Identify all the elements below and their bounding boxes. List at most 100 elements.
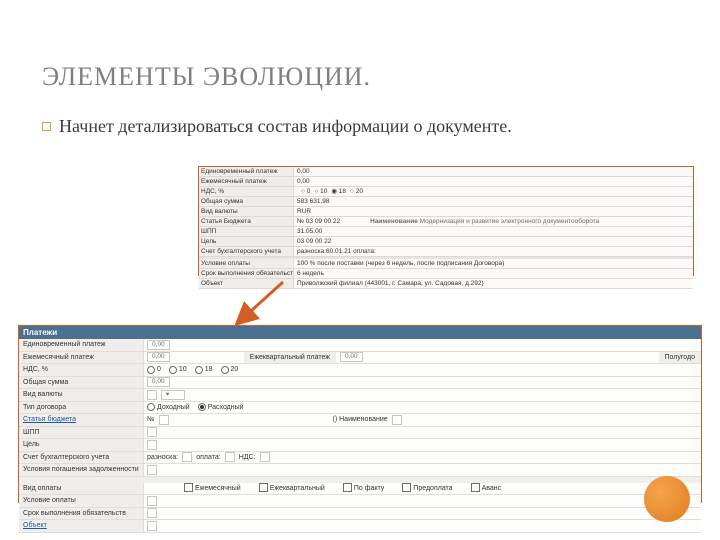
field-value: 31.05.00 (294, 227, 693, 236)
bullet-row: Начнет детализироваться состав информаци… (42, 116, 512, 137)
field-label: Цель (19, 439, 144, 451)
top-row: Единовременный платеж0,00 (199, 167, 693, 177)
field-label: Полугодо (659, 352, 701, 364)
field-label: Ежемесячный платеж (19, 352, 144, 364)
panel-header: Платежи (19, 326, 701, 339)
field-label: ШПП (199, 227, 294, 236)
radio-option[interactable]: 18 (195, 364, 213, 376)
text-field[interactable] (147, 521, 157, 531)
field-value: Доходный Расходный (144, 402, 701, 414)
radio-option[interactable]: 20 (221, 364, 239, 376)
field-value: RUR (294, 207, 693, 216)
radio-icon (195, 366, 203, 374)
text-field[interactable] (182, 452, 192, 462)
field-value: 0 10 18 20 (144, 364, 701, 376)
arrow-icon (235, 280, 295, 326)
field-label: Вид валюты (19, 389, 144, 401)
field-label: НДС, % (199, 187, 294, 196)
field-value (144, 427, 701, 439)
radio-option[interactable]: Доходный (147, 402, 190, 414)
radio-option[interactable]: 0 (147, 364, 161, 376)
bottom-row: НДС, %0 10 18 20 (19, 364, 701, 377)
dropdown-icon[interactable]: ▾ (161, 390, 185, 400)
field-label: Условия погашения задолженности (19, 464, 144, 476)
field-value: 583 631,98 (294, 197, 693, 206)
bullet-icon (42, 122, 51, 131)
field-value: № 03 09 00 22Наименование Модернизация и… (294, 217, 693, 226)
radio-icon (169, 366, 177, 374)
top-row: Ежемесячный платеж0,00 (199, 177, 693, 187)
radio-option[interactable]: 10 (169, 364, 187, 376)
bottom-row: Вид валюты ▾ (19, 389, 701, 402)
top-row: Счет бухгалтерского учетаразноска:60.01.… (199, 247, 693, 257)
bottom-row: Объект (19, 520, 701, 533)
field-label: ШПП (19, 427, 144, 439)
top-row: Общая сумма583 631,98 (199, 197, 693, 207)
bullet-text: Начнет детализироваться состав информаци… (59, 116, 512, 137)
field-value: ▾ (144, 389, 701, 401)
top-row: Условие оплаты100 % после поставки (чере… (199, 259, 693, 269)
bottom-row: Счет бухгалтерского учетаразноска:оплата… (19, 452, 701, 465)
doc-info-top-panel: Единовременный платеж0,00Ежемесячный пла… (198, 166, 694, 276)
top-row: Цель03 09 00 22 (199, 237, 693, 247)
text-field[interactable]: 0,00 (147, 352, 170, 362)
top-row: НДС, %○ 0○ 10◉ 18○ 20 (199, 187, 693, 197)
radio-icon (147, 366, 155, 374)
field-value (144, 439, 701, 451)
radio-option[interactable]: Расходный (198, 402, 244, 414)
radio-icon (147, 403, 155, 411)
field-label: Тип договора (19, 402, 144, 414)
text-field[interactable] (260, 452, 270, 462)
field-label: Единовременный платеж (19, 339, 144, 351)
text-field[interactable] (225, 452, 235, 462)
checkbox-icon (343, 483, 352, 492)
text-field[interactable]: 0,00 (147, 377, 170, 387)
radio-icon (221, 366, 229, 374)
field-label: Общая сумма (199, 197, 294, 206)
field-sublabel: оплата: (196, 452, 220, 464)
text-field[interactable] (147, 496, 157, 506)
field-sublabel: разноска: (147, 452, 178, 464)
checkbox-icon (259, 483, 268, 492)
top-row: Вид валютыRUR (199, 207, 693, 217)
field-value: 03 09 00 22 (294, 237, 693, 246)
field-value: ○ 0○ 10◉ 18○ 20 (294, 187, 693, 196)
text-field[interactable] (159, 415, 169, 425)
bottom-row: Условие оплаты (19, 495, 701, 508)
checkbox-option[interactable]: Предоплата (402, 483, 452, 495)
text-field[interactable]: 0,00 (340, 352, 363, 362)
field-label: Цель (199, 237, 294, 246)
field-value: 100 % после поставки (через 6 недель, по… (294, 259, 693, 268)
field-label: Срок выполнения обязательств (199, 269, 294, 278)
text-field[interactable] (147, 440, 157, 450)
field-value: 6 недель (294, 269, 693, 278)
field-sublabel: НДС: (239, 452, 256, 464)
field-label: Ежеквартальный платеж (244, 352, 336, 364)
bottom-row: Цель (19, 439, 701, 452)
bottom-row: Единовременный платеж0,00 (19, 339, 701, 352)
checkbox-icon (184, 483, 193, 492)
text-field[interactable] (147, 465, 157, 475)
checkbox-option[interactable]: Аванс (471, 483, 502, 495)
field-value: Ежемесячный Ежеквартальный По факту Предопл… (144, 483, 701, 495)
field-prefix: № (147, 414, 155, 426)
field-label[interactable]: Статья бюджета (19, 414, 144, 426)
checkbox-option[interactable]: Ежемесячный (184, 483, 241, 495)
field-value (144, 520, 701, 532)
field-value (144, 464, 701, 476)
text-field[interactable] (147, 390, 157, 400)
checkbox-option[interactable]: По факту (343, 483, 384, 495)
checkbox-option[interactable]: Ежеквартальный (259, 483, 325, 495)
text-field[interactable]: 0,00 (147, 340, 170, 350)
field-value: Приволжский филиал (443001, г. Самара, у… (294, 279, 693, 288)
bottom-row: ШПП (19, 427, 701, 440)
field-label: () Наименование (333, 414, 388, 426)
field-label[interactable]: Объект (19, 520, 144, 532)
field-label: НДС, % (19, 364, 144, 376)
field-label: Ежемесячный платеж (199, 177, 294, 186)
bottom-row: Условия погашения задолженности (19, 464, 701, 477)
field-value: разноска:60.01.21 оплата: (294, 247, 693, 256)
text-field[interactable] (147, 427, 157, 437)
text-field[interactable] (147, 508, 157, 518)
text-field[interactable] (392, 415, 402, 425)
